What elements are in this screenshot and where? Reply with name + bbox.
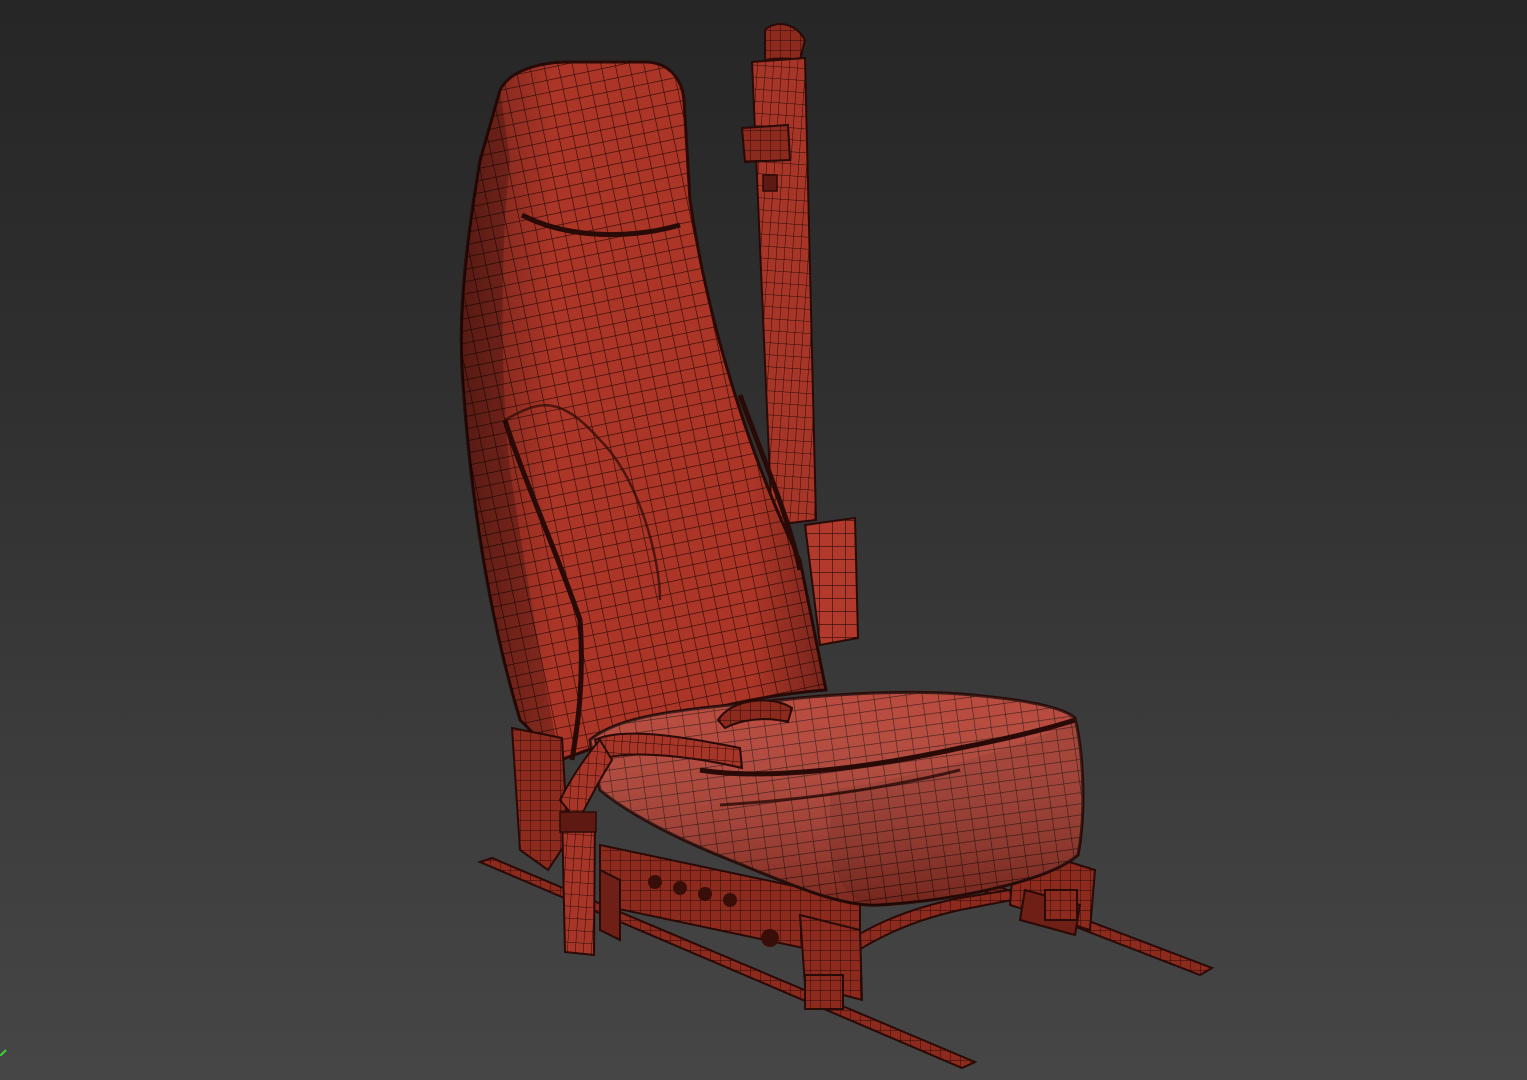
axis-gizmo-icon xyxy=(0,1049,7,1056)
3d-viewport[interactable] xyxy=(0,0,1527,1080)
seat-wireframe-render xyxy=(459,23,1215,1070)
